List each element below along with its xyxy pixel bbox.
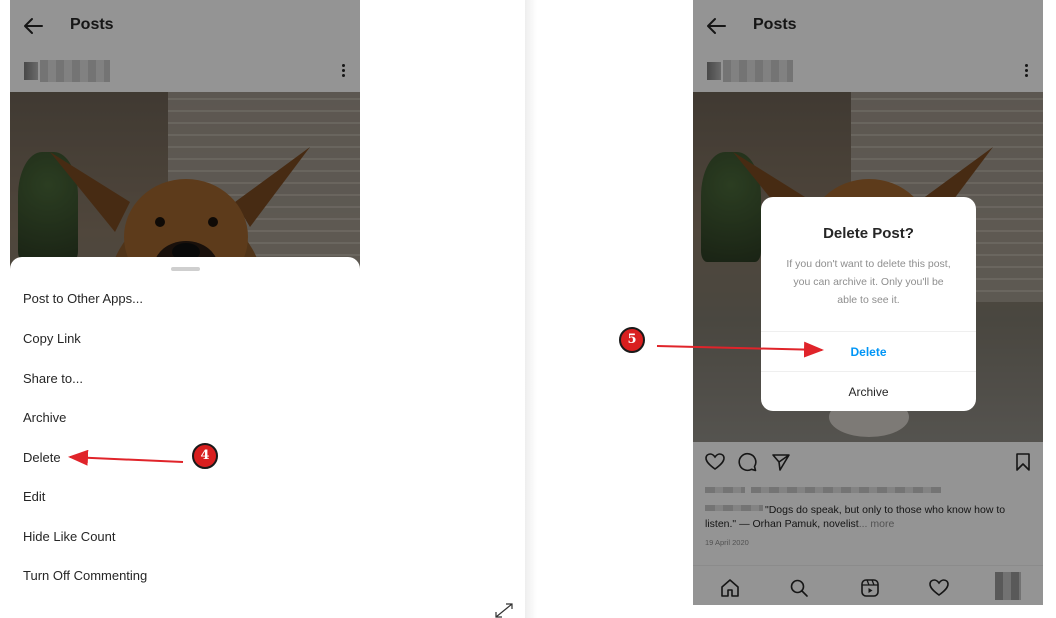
menu-item-copy-link[interactable]: Copy Link	[23, 331, 81, 346]
menu-item-archive[interactable]: Archive	[23, 410, 66, 425]
archive-button[interactable]: Archive	[761, 371, 976, 411]
step-badge-4: 4	[192, 443, 218, 469]
confirm-delete-button[interactable]: Delete	[761, 331, 976, 371]
menu-item-edit[interactable]: Edit	[23, 489, 45, 504]
menu-item-share-to[interactable]: Share to...	[23, 371, 83, 386]
delete-post-dialog: Delete Post? If you don't want to delete…	[761, 197, 976, 411]
options-bottom-sheet: Post to Other Apps... Copy Link Share to…	[10, 257, 360, 618]
menu-item-hide-like-count[interactable]: Hide Like Count	[23, 529, 116, 544]
dialog-message: If you don't want to delete this post, y…	[786, 258, 951, 306]
menu-item-post-to-other-apps[interactable]: Post to Other Apps...	[23, 291, 143, 306]
dialog-title: Delete Post?	[823, 225, 914, 242]
sheet-handle[interactable]	[171, 267, 200, 271]
right-phone-screen: Posts "Dogs do speak, but only to those	[693, 0, 1043, 605]
left-phone-screen: Posts Post to Other Apps... Copy Link Sh…	[10, 0, 360, 618]
panel-divider	[525, 0, 537, 618]
menu-item-turn-off-commenting[interactable]: Turn Off Commenting	[23, 568, 147, 583]
step-badge-5: 5	[619, 327, 645, 353]
menu-item-delete[interactable]: Delete	[23, 450, 61, 465]
expand-icon[interactable]	[495, 603, 513, 618]
